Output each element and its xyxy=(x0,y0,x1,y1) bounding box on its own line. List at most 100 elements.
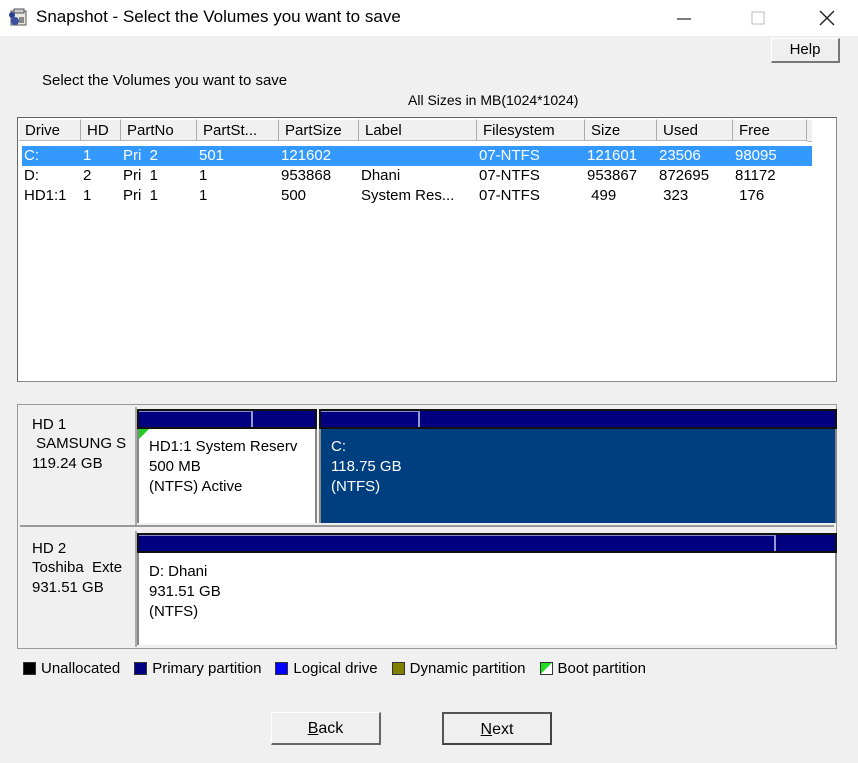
back-button[interactable]: Back xyxy=(271,712,381,745)
partition-block[interactable]: HD1:1 System Reserv 500 MB (NTFS) Active xyxy=(137,409,317,523)
cell-drive: C: xyxy=(24,147,39,164)
partition-line2: 118.75 GB xyxy=(331,458,402,475)
cell-size: 499 xyxy=(587,187,617,204)
disk-map: HD 1 SAMSUNG S 119.24 GB HD1:1 System Rese… xyxy=(17,404,837,649)
legend-item: Unallocated xyxy=(23,660,120,677)
next-label: ext xyxy=(492,721,514,738)
minimize-button[interactable] xyxy=(661,0,707,34)
partition-details: C: 118.75 GB (NTFS) xyxy=(319,429,837,523)
cell-drive: D: xyxy=(24,167,39,184)
next-mnemonic: N xyxy=(480,721,493,738)
partition-line1: D: Dhani xyxy=(149,563,208,580)
volume-list-header: Drive HD PartNo PartSt... PartSize Label Files… xyxy=(19,119,812,142)
cell-partstart: 1 xyxy=(199,167,208,184)
cell-partsize: 953868 xyxy=(281,167,332,184)
column-header-label[interactable]: Label xyxy=(359,119,477,141)
legend-label: Logical drive xyxy=(293,660,378,677)
cell-size: 953867 xyxy=(587,167,638,184)
partition-line3: (NTFS) Active xyxy=(149,478,243,495)
cell-filesystem: 07-NTFS xyxy=(479,167,540,184)
partition-usage-fill xyxy=(139,535,776,551)
back-mnemonic: B xyxy=(307,720,319,737)
column-header-partno[interactable]: PartNo xyxy=(121,119,197,141)
cell-partno: Pri 1 xyxy=(123,187,159,204)
cell-label: Dhani xyxy=(361,167,401,184)
boot-flag-icon xyxy=(139,429,149,439)
disk-row: HD 1 SAMSUNG S 119.24 GB HD1:1 System Rese… xyxy=(20,407,837,527)
legend-item: Dynamic partition xyxy=(391,660,526,677)
cell-partstart: 1 xyxy=(199,187,208,204)
legend-swatch-icon xyxy=(275,662,289,675)
volume-list[interactable]: Drive HD PartNo PartSt... PartSize Label Files… xyxy=(17,117,837,382)
column-header-hd[interactable]: HD xyxy=(81,119,121,141)
partition-usage-fill xyxy=(139,411,253,427)
cell-partno: Pri 1 xyxy=(123,167,159,184)
legend-label: Dynamic partition xyxy=(409,660,526,677)
legend-label: Unallocated xyxy=(41,660,121,677)
partition-line2: 931.51 GB xyxy=(149,583,221,600)
column-header-drive[interactable]: Drive xyxy=(19,119,81,141)
instruction-text: Select the Volumes you want to save xyxy=(42,72,288,89)
column-header-partstart[interactable]: PartSt... xyxy=(197,119,279,141)
partition-block[interactable]: D: Dhani 931.51 GB (NTFS) xyxy=(137,533,837,645)
cell-used: 872695 xyxy=(659,167,710,184)
partition-usage-fill xyxy=(321,411,421,427)
cell-used: 323 xyxy=(659,187,689,204)
partition-line3: (NTFS) xyxy=(149,603,199,620)
cell-filesystem: 07-NTFS xyxy=(479,147,540,164)
disk-capacity: 119.24 GB xyxy=(32,455,103,472)
close-button[interactable] xyxy=(804,0,850,34)
cell-filesystem: 07-NTFS xyxy=(479,187,540,204)
legend-item: Logical drive xyxy=(275,660,378,677)
help-button[interactable]: Help xyxy=(771,38,840,63)
disk-row: HD 2 Toshiba Exte 931.51 GB D: Dhani 931.51 … xyxy=(20,531,837,647)
volume-row[interactable]: HD1:1 1 Pri 1 1 500 System Res... 07-NTFS 499 … xyxy=(22,186,832,206)
cell-size: 121601 xyxy=(587,147,638,164)
cell-partno: Pri 2 xyxy=(123,147,159,164)
window-title: Snapshot - Select the Volumes you want t… xyxy=(36,7,401,26)
next-button[interactable]: Next xyxy=(442,712,552,745)
cell-drive: HD1:1 xyxy=(24,187,67,204)
column-header-filler xyxy=(807,119,812,142)
cell-free: 176 xyxy=(735,187,765,204)
partition-line3: (NTFS) xyxy=(331,478,381,495)
cell-free: 81172 xyxy=(735,167,776,184)
disk-info: HD 1 SAMSUNG S 119.24 GB xyxy=(20,407,137,525)
cell-partsize: 121602 xyxy=(281,147,332,164)
column-header-partsize[interactable]: PartSize xyxy=(279,119,359,141)
column-header-used[interactable]: Used xyxy=(657,119,733,141)
column-header-free[interactable]: Free xyxy=(733,119,807,141)
title-bar: Snapshot - Select the Volumes you want t… xyxy=(0,0,858,36)
column-header-size[interactable]: Size xyxy=(585,119,657,141)
sizes-unit-note: All Sizes in MB(1024*1024) xyxy=(408,92,579,108)
disk-capacity: 931.51 GB xyxy=(32,579,104,596)
volume-row[interactable]: C: 1 Pri 2 501 121602 07-NTFS 121601 23506 98095 xyxy=(22,146,812,166)
legend-item: Primary partition xyxy=(134,660,261,677)
disk-model: Toshiba Exte xyxy=(32,559,123,576)
cell-partstart: 501 xyxy=(199,147,225,164)
legend-label: Primary partition xyxy=(152,660,262,677)
disk-name: HD 1 xyxy=(32,416,67,433)
partition-block[interactable]: C: 118.75 GB (NTFS) xyxy=(319,409,837,523)
cell-hd: 1 xyxy=(83,147,92,164)
cell-label xyxy=(359,146,477,166)
volume-row[interactable]: D: 2 Pri 1 1 953868 Dhani 07-NTFS 953867 872695 8… xyxy=(22,166,832,186)
cell-label: System Res... xyxy=(361,187,455,204)
close-icon xyxy=(819,10,835,26)
legend-swatch-icon xyxy=(539,662,553,675)
partition-usage-bar xyxy=(319,409,837,429)
cell-used: 23506 xyxy=(659,147,701,164)
legend-label: Boot partition xyxy=(557,660,646,677)
column-header-filesystem[interactable]: Filesystem xyxy=(477,119,585,141)
cell-hd: 2 xyxy=(83,167,92,184)
partition-line1: C: xyxy=(331,438,346,455)
snapshot-app-icon xyxy=(9,8,27,26)
back-label: ack xyxy=(318,720,344,737)
legend-item: Boot partition xyxy=(539,660,646,677)
cell-partsize: 500 xyxy=(281,187,307,204)
disk-model: SAMSUNG S xyxy=(32,435,127,452)
maximize-button[interactable] xyxy=(735,0,781,34)
partition-usage-bar xyxy=(137,409,317,429)
minimize-icon xyxy=(677,18,691,20)
disk-name: HD 2 xyxy=(32,540,67,557)
